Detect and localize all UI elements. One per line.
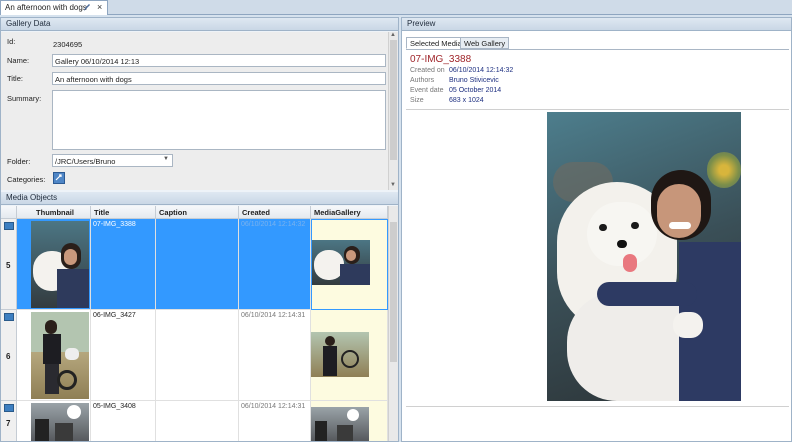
title-cell[interactable]: 07-IMG_3388 bbox=[91, 219, 156, 310]
tab-web-gallery[interactable]: Web Gallery bbox=[460, 37, 510, 49]
thumbnail-cell[interactable] bbox=[17, 401, 91, 441]
id-label: Id: bbox=[7, 37, 16, 46]
meta-size-label: Size bbox=[410, 97, 424, 104]
title-cell[interactable]: 06-IMG_3427 bbox=[91, 310, 156, 401]
meta-event-date-label: Event date bbox=[410, 87, 444, 94]
col-thumbnail[interactable]: Thumbnail bbox=[17, 206, 91, 219]
meta-size-value: 683 x 1024 bbox=[449, 97, 484, 104]
name-label: Name: bbox=[7, 56, 30, 65]
caption-cell[interactable] bbox=[156, 310, 239, 401]
summary-label: Summary: bbox=[7, 94, 42, 103]
title-field[interactable]: An afternoon with dogs bbox=[52, 72, 386, 85]
mediagallery-cell[interactable] bbox=[311, 401, 388, 441]
mediagallery-image bbox=[311, 407, 369, 441]
preview-panel: Preview Selected Media Web Gallery 07-IM… bbox=[401, 17, 792, 442]
image-icon bbox=[4, 404, 14, 412]
meta-authors-value: Bruno Stivicevic bbox=[449, 77, 499, 84]
chevron-down-icon: ▼ bbox=[163, 156, 169, 162]
tab-selected-media[interactable]: Selected Media bbox=[406, 37, 466, 49]
mediagallery-cell[interactable] bbox=[311, 219, 388, 310]
categories-label: Categories: bbox=[7, 175, 46, 184]
folder-select[interactable]: /JRC/Users/Bruno ▼ bbox=[52, 154, 173, 167]
document-tab-title: An afternoon with dogs bbox=[5, 3, 87, 12]
caption-cell[interactable] bbox=[156, 219, 239, 310]
id-value: 2304695 bbox=[53, 40, 83, 49]
folder-label: Folder: bbox=[7, 157, 31, 166]
pencil-icon bbox=[84, 4, 90, 11]
image-icon bbox=[4, 222, 14, 230]
created-cell[interactable]: 06/10/2014 12:14:31 bbox=[239, 401, 311, 441]
media-title: 07-IMG_3388 bbox=[410, 54, 472, 65]
thumbnail-image bbox=[31, 221, 89, 308]
title-label: Title: bbox=[7, 74, 23, 83]
gallery-data-scrollbar[interactable]: ▲ ▼ bbox=[388, 32, 398, 190]
row-header[interactable]: 7 bbox=[1, 401, 17, 441]
thumbnail-cell[interactable] bbox=[17, 310, 91, 401]
document-tab[interactable]: An afternoon with dogs × bbox=[0, 0, 108, 15]
close-icon[interactable]: × bbox=[97, 2, 102, 12]
thumbnail-cell[interactable] bbox=[17, 219, 91, 310]
categories-picker-icon[interactable] bbox=[53, 172, 65, 184]
meta-created-value: 06/10/2014 12:14:32 bbox=[449, 67, 514, 74]
row-header[interactable]: 5 bbox=[1, 219, 17, 310]
image-icon bbox=[4, 313, 14, 321]
gallery-data-header: Gallery Data bbox=[1, 18, 398, 31]
folder-value: /JRC/Users/Bruno bbox=[55, 157, 116, 166]
gallery-data-form: Id: 2304695 Name: Gallery 06/10/2014 12:… bbox=[1, 32, 398, 190]
preview-header: Preview bbox=[402, 18, 791, 31]
media-objects-grid: Thumbnail Title Caption Created MediaGal… bbox=[1, 206, 398, 441]
col-mediagallery[interactable]: MediaGallery bbox=[311, 206, 388, 219]
media-objects-scrollbar[interactable] bbox=[388, 206, 398, 441]
col-caption[interactable]: Caption bbox=[156, 206, 239, 219]
preview-image bbox=[547, 112, 741, 401]
summary-field[interactable] bbox=[52, 90, 386, 150]
created-cell[interactable]: 06/10/2014 12:14:31 bbox=[239, 310, 311, 401]
row-header[interactable]: 6 bbox=[1, 310, 17, 401]
title-cell[interactable]: 05-IMG_3408 bbox=[91, 401, 156, 441]
mediagallery-cell[interactable] bbox=[311, 310, 388, 401]
mediagallery-image bbox=[311, 332, 369, 377]
thumbnail-image bbox=[31, 403, 89, 441]
meta-created-label: Created on bbox=[410, 67, 445, 74]
col-title[interactable]: Title bbox=[91, 206, 156, 219]
col-created[interactable]: Created bbox=[239, 206, 311, 219]
created-cell[interactable]: 06/10/2014 12:14:32 bbox=[239, 219, 311, 310]
left-panel: Gallery Data Id: 2304695 Name: Gallery 0… bbox=[0, 17, 399, 442]
caption-cell[interactable] bbox=[156, 401, 239, 441]
meta-event-date-value: 05 October 2014 bbox=[449, 87, 502, 94]
mediagallery-image bbox=[312, 240, 370, 285]
meta-authors-label: Authors bbox=[410, 77, 435, 84]
thumbnail-image bbox=[31, 312, 89, 399]
media-objects-header: Media Objects bbox=[1, 192, 398, 205]
name-field[interactable]: Gallery 06/10/2014 12:13 bbox=[52, 54, 386, 67]
row-header-corner bbox=[1, 206, 17, 219]
document-tab-strip: An afternoon with dogs × bbox=[0, 0, 792, 15]
